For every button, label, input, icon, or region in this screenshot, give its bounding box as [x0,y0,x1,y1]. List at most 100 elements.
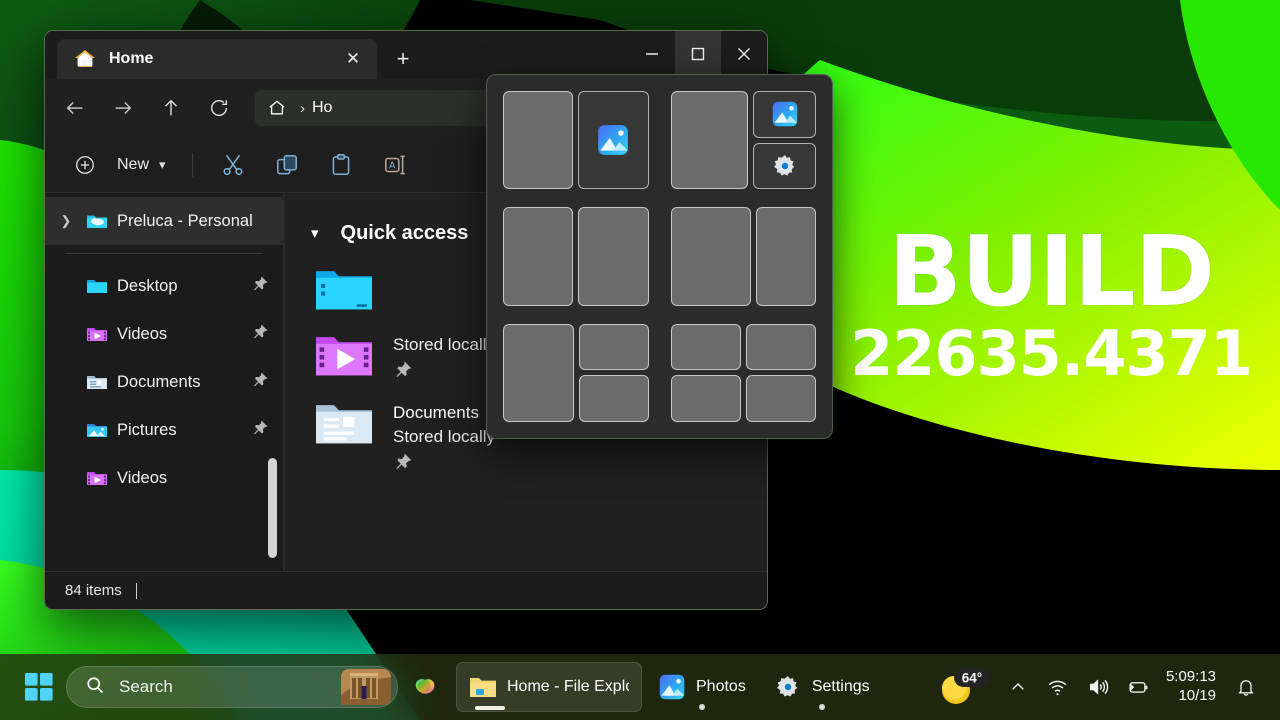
snap-layout-quad-grid[interactable] [670,323,816,422]
photos-icon [659,674,685,700]
list-item-subtitle: Stored locally [393,335,496,354]
abu-simbel-temple-thumbnail [341,669,391,705]
pin-icon[interactable] [251,419,273,442]
refresh-button[interactable] [197,89,241,127]
snap-zone[interactable] [503,91,574,190]
weather-widget[interactable]: 64° [934,665,998,709]
sidebar-item-onedrive[interactable]: ❯ Preluca - Personal [45,197,285,245]
chevron-down-icon[interactable]: ▾ [311,224,319,242]
snap-layout-left-wide-right-narrow[interactable] [670,207,816,306]
battery-icon[interactable] [1118,665,1158,709]
photos-icon [772,102,797,127]
snap-zone[interactable] [755,207,816,306]
snap-zone[interactable] [745,323,816,371]
snap-zone[interactable] [503,207,574,306]
tab-home[interactable]: Home ✕ [57,39,377,79]
breadcrumb-home[interactable]: Ho [312,99,332,117]
pin-icon[interactable] [251,275,273,298]
list-item-texts: Stored locally [393,327,495,385]
address-home-icon[interactable] [261,93,293,123]
minimize-button[interactable] [629,31,675,77]
new-tab-button[interactable]: + [383,39,423,79]
weather-temperature: 64° [962,671,982,686]
snap-layout-left-large-right-two-stack[interactable] [503,323,649,422]
snap-zone-photos[interactable] [753,91,816,138]
sidebar-item-videos[interactable]: Videos [45,310,285,358]
notifications-bell-icon[interactable] [1226,665,1266,709]
snap-zone[interactable] [578,207,649,306]
snap-zone-settings[interactable] [753,142,816,190]
text-caret [135,582,137,599]
sidebar-item-label: Videos [117,468,168,487]
close-button[interactable] [721,31,767,77]
new-button[interactable]: New ▾ [59,146,178,184]
snap-zone[interactable] [579,375,649,422]
sidebar-scrollbar-thumb[interactable] [268,458,277,558]
navigation-pane: ❯ Preluca - Personal Desktop Videos Docu… [45,193,285,571]
system-tray: 64° 5:09:13 10/19 [934,665,1280,709]
snap-zone[interactable] [579,323,649,371]
snap-layouts-flyout[interactable] [486,74,833,439]
item-count-label: 84 items [65,582,122,599]
breadcrumb-separator-icon: › [300,99,305,117]
plus-circle-icon [63,146,107,184]
pin-icon[interactable] [251,371,273,394]
pin-icon[interactable] [251,323,273,346]
sidebar-item-videos-2[interactable]: Videos [45,454,285,502]
snap-zone[interactable] [670,91,749,190]
tab-title: Home [109,50,154,67]
command-bar-separator [191,152,193,177]
status-bar: 84 items [45,571,767,609]
copy-button[interactable] [261,145,313,185]
paste-button[interactable] [315,145,367,185]
copilot-button[interactable] [408,670,442,704]
snap-zone[interactable] [670,323,741,371]
pin-icon[interactable] [393,360,495,385]
active-indicator [475,706,505,710]
snap-zone[interactable] [745,375,816,422]
snap-layout-two-column-equal-2[interactable] [503,207,649,306]
taskbar-apps: Home - File Explor Photos Settings [456,662,882,712]
up-button[interactable] [149,89,193,127]
window-controls [629,31,767,77]
volume-icon[interactable] [1078,665,1118,709]
sidebar-item-label: Documents [117,372,201,391]
sidebar-item-pictures[interactable]: Pictures [45,406,285,454]
list-item-texts: Documents Stored locally [393,395,495,477]
chevron-right-icon[interactable]: ❯ [55,213,77,229]
chevron-down-icon: ▾ [159,156,166,172]
svg-text:A: A [389,160,396,171]
snap-zone-photos[interactable] [578,91,649,190]
tab-close-button[interactable]: ✕ [339,45,367,73]
start-button[interactable] [22,670,56,704]
pin-icon[interactable] [393,452,495,477]
photos-icon [598,125,629,156]
pictures-folder-icon [87,424,107,437]
snap-zone[interactable] [503,323,575,422]
wifi-icon[interactable] [1038,665,1078,709]
taskbar: Search Home - File Explor Photos Setting… [0,654,1280,720]
sidebar-item-documents[interactable]: Documents [45,358,285,406]
sidebar-item-desktop[interactable]: Desktop [45,262,285,310]
forward-button[interactable] [101,89,145,127]
videos-folder-icon [316,337,372,376]
taskbar-item-settings[interactable]: Settings [762,662,882,712]
section-title: Quick access [340,221,469,244]
taskbar-item-file-explorer[interactable]: Home - File Explor [456,662,642,712]
rename-button[interactable]: A [369,145,421,185]
tray-expand-button[interactable] [998,665,1038,709]
maximize-button[interactable] [675,31,721,77]
cut-button[interactable] [207,145,259,185]
snap-zone[interactable] [670,375,741,422]
search-box[interactable]: Search [66,666,398,708]
clock[interactable]: 5:09:13 10/19 [1158,668,1226,706]
snap-zone[interactable] [670,207,751,306]
taskbar-item-label: Photos [696,678,746,695]
snap-layout-left-large-right-stacked[interactable] [670,91,816,190]
settings-gear-icon [776,676,797,697]
clock-time: 5:09:13 [1165,668,1216,686]
snap-layout-two-column-equal[interactable] [503,91,649,190]
sidebar-item-label: Pictures [117,420,177,439]
back-button[interactable] [53,89,97,127]
taskbar-item-photos[interactable]: Photos [646,662,758,712]
